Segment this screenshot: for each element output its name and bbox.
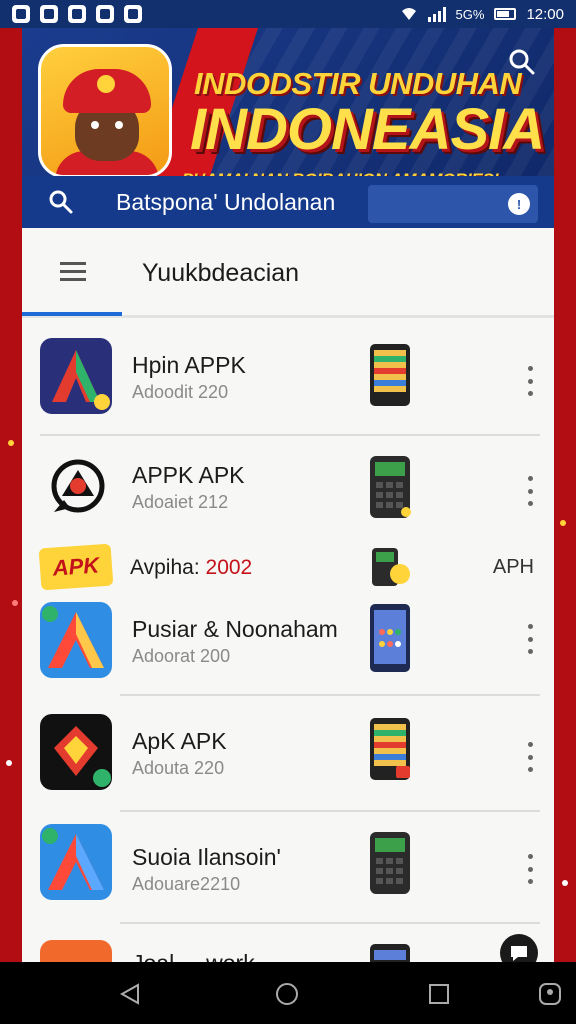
app-subtitle: Adouta 220 <box>132 758 225 778</box>
hamburger-menu-icon[interactable] <box>60 262 86 282</box>
clock: 12:00 <box>526 5 564 23</box>
app-title: APPK APK <box>132 462 245 488</box>
list-item[interactable]: Hpin APPK Adoodit 220 <box>22 332 554 432</box>
app-logo-icon <box>40 940 112 962</box>
shield-notification-icon <box>124 5 142 23</box>
search-input[interactable]: ! <box>368 185 538 223</box>
app-subtitle: Adoaiet 212 <box>132 492 229 512</box>
promo-row[interactable]: APK Avpiha: 2002 APH <box>22 543 554 594</box>
search-icon[interactable] <box>48 189 74 215</box>
app-subtitle: Adouare2210 <box>132 874 241 894</box>
app-subtitle: Adoodit 220 <box>132 382 229 402</box>
more-options-icon[interactable] <box>524 854 536 884</box>
divider <box>120 922 540 924</box>
list-item[interactable]: ApK APK Adouta 220 <box>22 704 554 810</box>
confetti-dot <box>6 760 12 766</box>
page-title: Yuukbdeacian <box>142 259 300 287</box>
mascot-eye <box>115 121 123 129</box>
wifi-icon <box>401 8 416 20</box>
app-title: ApK APK <box>132 728 227 754</box>
promo-banner[interactable]: INDODSTIR UNDUHAN INDONEASIA PUAMAI NAN … <box>22 28 554 228</box>
mascot-hat <box>63 69 151 113</box>
phone-icon <box>370 832 410 894</box>
confetti-dot <box>8 440 14 446</box>
more-options-icon[interactable] <box>524 476 536 506</box>
app-logo-icon <box>40 824 112 900</box>
back-icon[interactable] <box>118 982 142 1006</box>
divider <box>40 434 540 436</box>
phone-icon <box>370 718 410 780</box>
list-item[interactable]: APPK APK Adoaiet 212 <box>22 440 554 542</box>
list-item[interactable]: Pusiar & Noonaham Adoorat 200 <box>22 596 554 694</box>
divider <box>120 694 540 696</box>
tab-indicator <box>22 312 122 316</box>
chat-fab-button[interactable] <box>500 934 538 962</box>
banner-title: INDONEASIA <box>190 97 545 162</box>
app-logo-icon <box>40 452 112 528</box>
home-icon[interactable] <box>275 982 299 1006</box>
chat-icon <box>511 946 527 961</box>
more-options-icon[interactable] <box>524 366 536 396</box>
download-notification-icon <box>96 5 114 23</box>
confetti-dot <box>562 880 568 886</box>
more-options-icon[interactable] <box>524 742 536 772</box>
search-bar-label: Batspona' Undolanan <box>116 188 336 215</box>
battery-icon <box>494 8 517 20</box>
system-nav-bar <box>0 962 576 1024</box>
app-title: Hpin APPK <box>132 352 246 378</box>
recents-icon[interactable] <box>428 983 450 1005</box>
list-item[interactable]: Joal ... work <box>22 936 554 962</box>
app-title: Pusiar & Noonaham <box>132 616 338 642</box>
divider <box>120 810 540 812</box>
notification-icons <box>12 5 142 23</box>
app-list-panel: Yuukbdeacian Hpin APPK Adoodit 220 APPK … <box>22 228 554 962</box>
shield-icon[interactable]: ! <box>508 193 530 215</box>
apk-badge: APK <box>38 543 114 591</box>
phone-icon <box>370 604 410 672</box>
app-subtitle: Adoorat 200 <box>132 646 231 666</box>
accessibility-icon[interactable] <box>538 982 562 1006</box>
promo-year: 2002 <box>205 556 253 579</box>
app-bar: Yuukbdeacian <box>22 228 554 318</box>
confetti-dot <box>560 520 566 526</box>
system-icons: 5G% 12:00 <box>400 6 564 23</box>
signal-icon <box>427 6 446 22</box>
phone-icon <box>372 548 410 586</box>
chat-notification-icon <box>68 5 86 23</box>
promo-right-label: APH <box>492 556 534 578</box>
phone-icon <box>370 344 410 406</box>
app-logo-icon <box>40 338 112 414</box>
more-options-icon[interactable] <box>524 624 536 654</box>
app-notification-icon <box>12 5 30 23</box>
network-label: 5G% <box>455 6 485 22</box>
search-icon[interactable] <box>508 48 536 76</box>
phone-icon <box>370 456 411 518</box>
promo-label: Avpiha: 2002 <box>130 556 252 580</box>
app-title: Joal ... work <box>132 950 255 962</box>
promo-label-text: Avpiha: <box>130 556 200 579</box>
list-item[interactable]: Suoia Ilansoin' Adouare2210 <box>22 818 554 924</box>
message-notification-icon <box>40 5 58 23</box>
mascot-app-icon[interactable] <box>38 44 172 178</box>
phone-icon <box>370 944 410 962</box>
status-bar: 5G% 12:00 <box>0 0 576 28</box>
confetti-dot <box>12 600 18 606</box>
app-title: Suoia Ilansoin' <box>132 844 281 870</box>
app-logo-icon <box>40 602 112 678</box>
banner-search-bar[interactable]: Batspona' Undolanan ! <box>22 176 554 228</box>
mascot-eye <box>91 121 99 129</box>
app-logo-icon <box>40 714 112 790</box>
